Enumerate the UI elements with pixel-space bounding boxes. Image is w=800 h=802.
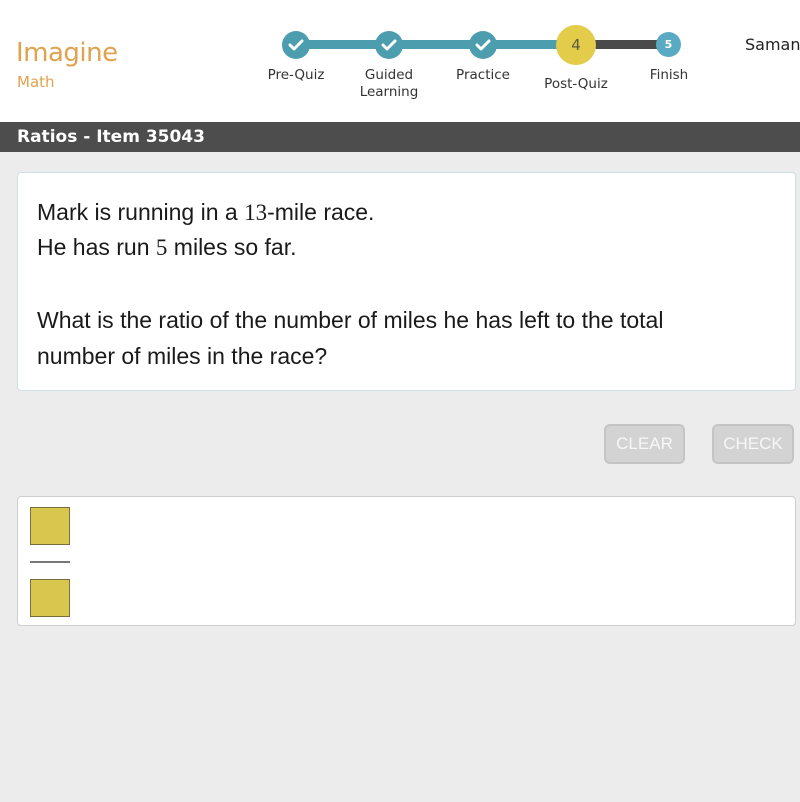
clear-button[interactable]: CLEAR [604,424,685,464]
step-practice[interactable] [469,31,497,59]
step-pre-quiz[interactable] [282,31,310,59]
step-finish[interactable]: 5 [656,32,681,57]
step-label-finish: Finish [649,67,689,83]
denominator-input[interactable] [30,579,70,617]
race-length-value: 13 [244,200,268,225]
question-text: Mark is running in a [37,199,245,225]
question-card: Mark is running in a 13-mile race. He ha… [17,172,796,391]
question-text: miles so far. [167,234,297,260]
step-label-practice: Practice [456,67,510,83]
logo-title: Imagine [16,38,118,68]
user-name[interactable]: Saman [745,35,800,54]
step-post-quiz[interactable]: 4 [556,25,596,65]
miles-run-value: 5 [155,235,168,260]
step-label-guided-learning: Guided Learning [360,67,419,101]
item-title-bar: Ratios - Item 35043 [0,122,800,152]
check-icon [288,39,304,51]
step-number: 4 [571,36,581,54]
check-icon [381,39,397,51]
step-number: 5 [664,38,673,51]
question-text: -mile race. [267,199,375,225]
question-line-1: Mark is running in a 13-mile race. [37,194,374,231]
step-label-pre-quiz: Pre-Quiz [267,67,325,83]
top-bar: Imagine Math Pre-Quiz Guided Learning Pr… [0,0,800,122]
numerator-input[interactable] [30,507,70,545]
item-title: Ratios - Item 35043 [17,127,205,147]
question-prompt-line-1: What is the ratio of the number of miles… [37,307,664,333]
check-button[interactable]: CHECK [712,424,794,464]
logo-subtitle: Math [17,73,55,91]
question-prompt-line-2: number of miles in the race? [37,343,328,369]
step-label-post-quiz: Post-Quiz [544,76,608,92]
fraction-bar [30,561,70,563]
step-label-line2: Learning [359,84,419,100]
step-guided-learning[interactable] [375,31,403,59]
step-label-line1: Guided [364,67,414,83]
answer-card [17,496,796,626]
question-text: He has run [37,234,156,260]
check-icon [475,39,491,51]
question-line-2: He has run 5 miles so far. [37,229,297,266]
progress-track-complete [296,40,568,49]
